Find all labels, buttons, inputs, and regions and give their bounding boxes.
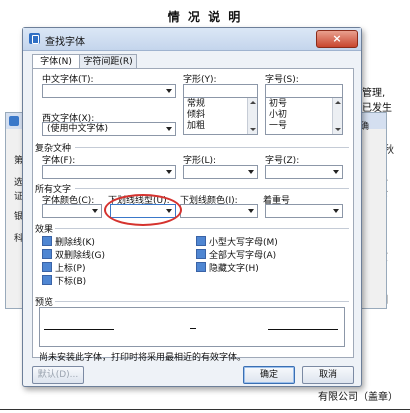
all-caps-label[interactable]: 全部大写字母(A) bbox=[209, 248, 276, 261]
dialog-title: 查找字体 bbox=[45, 37, 85, 48]
chevron-down-icon bbox=[333, 209, 339, 213]
ok-button[interactable]: 确定 bbox=[243, 366, 295, 384]
font-color-select[interactable] bbox=[42, 204, 102, 218]
close-button[interactable]: × bbox=[316, 30, 358, 48]
preview-baseline-left bbox=[44, 329, 114, 330]
superscript-label[interactable]: 上标(P) bbox=[55, 261, 85, 274]
style-list-scrollbar[interactable] bbox=[247, 98, 257, 134]
superscript-checkbox[interactable] bbox=[42, 262, 52, 272]
chevron-down-icon bbox=[166, 127, 172, 131]
subscript-checkbox[interactable] bbox=[42, 275, 52, 285]
double-strikethrough-checkbox[interactable] bbox=[42, 249, 52, 259]
size-input[interactable] bbox=[265, 84, 343, 98]
western-font-value: (使用中文字体) bbox=[47, 124, 109, 134]
style-option[interactable]: 倾斜 bbox=[187, 110, 205, 121]
document-title: 情 况 说 明 bbox=[167, 10, 243, 24]
find-font-dialog: 查找字体 × 字体(N) 字符间距(R) 中文字体(T): 字形(Y): 字号(… bbox=[22, 27, 362, 387]
style-option[interactable]: 加粗 bbox=[187, 121, 205, 132]
section-divider bbox=[55, 228, 349, 229]
chevron-down-icon bbox=[166, 170, 172, 174]
underline-color-select[interactable] bbox=[180, 204, 258, 218]
dialog-titlebar[interactable]: 查找字体 × bbox=[23, 28, 361, 51]
app-icon bbox=[29, 33, 40, 44]
scroll-down-icon[interactable] bbox=[335, 128, 341, 131]
size-list-scrollbar[interactable] bbox=[332, 98, 342, 134]
annotation-highlight-ellipse bbox=[104, 194, 182, 226]
tab-character-spacing[interactable]: 字符间距(R) bbox=[79, 54, 137, 69]
preview-baseline-right bbox=[268, 329, 338, 330]
preview-sample bbox=[190, 328, 196, 329]
chevron-down-icon bbox=[248, 209, 254, 213]
size-option[interactable]: 初号 bbox=[269, 99, 287, 110]
double-strikethrough-label[interactable]: 双删除线(G) bbox=[55, 248, 105, 261]
section-divider bbox=[75, 188, 349, 189]
hidden-text-checkbox[interactable] bbox=[196, 262, 206, 272]
size-list[interactable]: 初号 小初 一号 bbox=[265, 97, 343, 135]
size-option[interactable]: 小初 bbox=[269, 110, 287, 121]
font-tab-panel: 中文字体(T): 字形(Y): 字号(S): 常规 倾斜 加粗 初号 小初 一号… bbox=[32, 68, 354, 363]
preview-note: 尚未安装此字体，打印时将采用最相近的有效字体。 bbox=[39, 353, 247, 363]
chinese-font-select[interactable] bbox=[42, 84, 176, 98]
close-icon: × bbox=[332, 32, 342, 45]
document-rule bbox=[0, 409, 410, 410]
style-option[interactable]: 常规 bbox=[187, 99, 205, 110]
preview-box bbox=[39, 307, 345, 347]
effects-section: 效果 bbox=[35, 225, 54, 235]
small-caps-label[interactable]: 小型大写字母(M) bbox=[209, 235, 278, 248]
strikethrough-label[interactable]: 删除线(K) bbox=[55, 235, 95, 248]
chevron-down-icon bbox=[92, 209, 98, 213]
document-text-management: 管理, bbox=[362, 88, 386, 99]
chevron-down-icon bbox=[166, 89, 172, 93]
size-option[interactable]: 一号 bbox=[269, 121, 287, 132]
scroll-up-icon[interactable] bbox=[250, 101, 256, 104]
cancel-button[interactable]: 取消 bbox=[302, 366, 354, 384]
complex-font-select[interactable] bbox=[42, 165, 176, 179]
hidden-text-label[interactable]: 隐藏文字(H) bbox=[209, 261, 259, 274]
complex-style-select[interactable] bbox=[183, 165, 258, 179]
scroll-down-icon[interactable] bbox=[250, 128, 256, 131]
scroll-up-icon[interactable] bbox=[335, 101, 341, 104]
small-caps-checkbox[interactable] bbox=[196, 236, 206, 246]
app-icon bbox=[9, 116, 19, 126]
all-caps-checkbox[interactable] bbox=[196, 249, 206, 259]
style-list[interactable]: 常规 倾斜 加粗 bbox=[183, 97, 258, 135]
section-divider bbox=[75, 147, 349, 148]
complex-size-select[interactable] bbox=[265, 165, 343, 179]
subscript-label[interactable]: 下标(B) bbox=[55, 274, 86, 287]
chevron-down-icon bbox=[248, 170, 254, 174]
section-divider bbox=[55, 301, 349, 302]
strikethrough-checkbox[interactable] bbox=[42, 236, 52, 246]
style-input[interactable] bbox=[183, 84, 258, 98]
chevron-down-icon bbox=[333, 170, 339, 174]
emphasis-select[interactable] bbox=[265, 204, 343, 218]
default-button[interactable]: 默认(D)... bbox=[32, 366, 84, 384]
western-font-select[interactable]: (使用中文字体) bbox=[42, 122, 176, 136]
document-text-company-seal: 有限公司（盖章） bbox=[318, 392, 398, 403]
